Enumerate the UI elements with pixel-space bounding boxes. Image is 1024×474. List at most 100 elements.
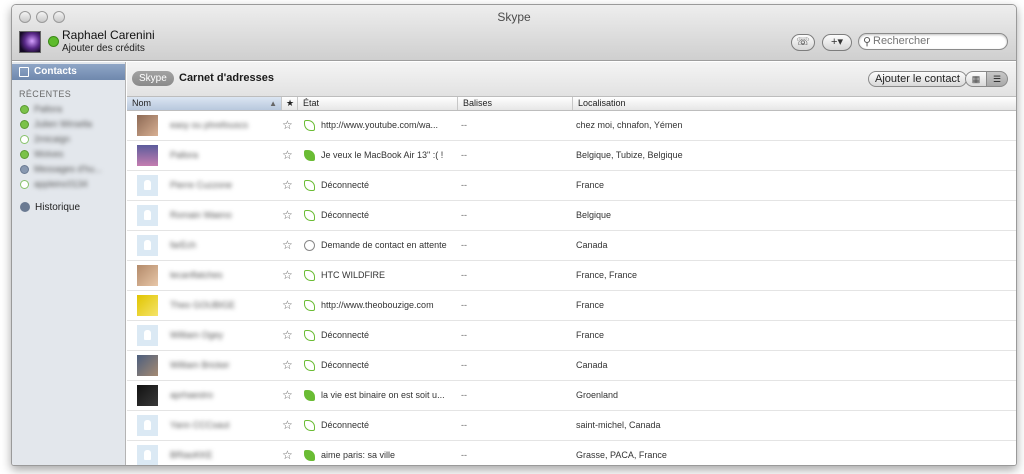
table-row[interactable]: Pallora ☆ Je veux le MacBook Air 13" :( … — [127, 141, 1016, 171]
table-row[interactable]: lecanflatches ☆ HTC WILDFIRE -- France, … — [127, 261, 1016, 291]
contact-tags: -- — [461, 300, 467, 310]
add-contact-button[interactable]: Ajouter le contact — [868, 71, 967, 87]
contact-tags: -- — [461, 360, 467, 370]
recent-item[interactable]: 2micaign — [20, 132, 125, 146]
table-row[interactable]: William Bricker ☆ Déconnecté -- Canada — [127, 351, 1016, 381]
table-row[interactable]: Yann CCCsaut ☆ Déconnecté -- saint-miche… — [127, 411, 1016, 441]
offline-status-icon — [20, 180, 29, 189]
contact-name: Pallora — [170, 150, 199, 160]
user-avatar[interactable] — [19, 31, 41, 53]
default-avatar-icon — [137, 235, 158, 256]
sidebar-item-label: Historique — [35, 202, 81, 213]
offline-status-icon — [304, 330, 315, 341]
sidebar: Contacts RÉCENTES Pallora Julien Wirsell… — [12, 62, 126, 465]
star-icon[interactable]: ☆ — [282, 298, 293, 312]
recent-header: RÉCENTES — [19, 89, 72, 99]
contact-status: Je veux le MacBook Air 13" :( ! — [321, 150, 444, 160]
contacts-panel: Skype Carnet d'adresses Ajouter le conta… — [127, 62, 1016, 465]
online-status-icon — [20, 120, 29, 129]
default-avatar-icon — [137, 445, 158, 465]
contact-status: Déconnecté — [321, 420, 370, 430]
star-icon[interactable]: ☆ — [282, 208, 293, 222]
star-icon[interactable]: ☆ — [282, 238, 293, 252]
sidebar-item-contacts[interactable]: Contacts — [12, 64, 125, 80]
recent-item-label: 2micaign — [34, 134, 71, 144]
contact-location: France, France — [576, 270, 638, 280]
panel-toolbar: Skype Carnet d'adresses Ajouter le conta… — [127, 62, 1016, 96]
recent-item-label: Wolves — [34, 149, 64, 159]
star-icon[interactable]: ☆ — [282, 388, 293, 402]
contact-status: http://www.youtube.com/wa... — [321, 120, 439, 130]
contact-location: Canada — [576, 360, 608, 370]
column-favorite[interactable]: ★ — [282, 97, 298, 110]
sort-ascending-icon: ▲ — [269, 99, 277, 108]
column-tags[interactable]: Balises — [458, 97, 573, 110]
contact-tags: -- — [461, 420, 467, 430]
contact-tags: -- — [461, 150, 467, 160]
star-icon[interactable]: ☆ — [282, 118, 293, 132]
contact-avatar — [137, 295, 158, 316]
sidebar-item-history[interactable]: Historique — [20, 201, 80, 214]
contact-avatar — [137, 145, 158, 166]
contact-status: Déconnecté — [321, 330, 370, 340]
skype-window: Skype Raphael Carenini Ajouter des crédi… — [11, 4, 1017, 466]
contact-status: HTC WILDFIRE — [321, 270, 385, 280]
contact-tags: -- — [461, 120, 467, 130]
add-credit-link[interactable]: Ajouter des crédits — [62, 43, 145, 54]
contact-location: Groenland — [576, 390, 619, 400]
star-icon[interactable]: ☆ — [282, 358, 293, 372]
contact-location: France — [576, 300, 605, 310]
recent-item[interactable]: appleinc0134 — [20, 177, 125, 191]
contact-tags: -- — [461, 330, 467, 340]
user-name[interactable]: Raphael Carenini — [62, 28, 155, 42]
contact-avatar — [137, 355, 158, 376]
contact-status: Demande de contact en attente — [321, 240, 447, 250]
offline-status-icon — [304, 360, 315, 371]
table-row[interactable]: farEch ☆ Demande de contact en attente -… — [127, 231, 1016, 261]
page-title: Carnet d'adresses — [179, 72, 274, 84]
star-icon[interactable]: ☆ — [282, 268, 293, 282]
default-avatar-icon — [137, 415, 158, 436]
contact-avatar — [137, 385, 158, 406]
star-icon[interactable]: ☆ — [282, 178, 293, 192]
column-status[interactable]: État — [298, 97, 458, 110]
contact-status: Déconnecté — [321, 360, 370, 370]
recent-item[interactable]: Julien Wirsella — [20, 117, 125, 131]
grid-view-icon[interactable]: ▦ — [965, 71, 987, 87]
star-icon[interactable]: ☆ — [282, 328, 293, 342]
recent-item-label: appleinc0134 — [34, 179, 88, 189]
contact-status: aime paris: sa ville — [321, 450, 396, 460]
star-icon[interactable]: ☆ — [282, 448, 293, 462]
table-row[interactable]: William Ogey ☆ Déconnecté -- France — [127, 321, 1016, 351]
contact-tags: -- — [461, 240, 467, 250]
search-field[interactable]: ⚲ — [858, 33, 1008, 50]
table-row[interactable]: Theo GOUBIGE ☆ http://www.theobouzige.co… — [127, 291, 1016, 321]
window-title: Skype — [497, 10, 531, 24]
search-input[interactable] — [873, 35, 1003, 47]
contact-tags: -- — [461, 450, 467, 460]
recent-item[interactable]: Pallora — [20, 102, 125, 116]
contact-name: Pierre Cuzzone — [170, 180, 233, 190]
add-menu-button[interactable]: +▾ — [822, 34, 852, 51]
star-icon[interactable]: ☆ — [282, 418, 293, 432]
list-view-icon[interactable]: ☰ — [986, 71, 1008, 87]
recent-item[interactable]: Messages d'hu... — [20, 162, 125, 176]
contact-status: la vie est binaire on est soit u... — [321, 390, 445, 400]
table-row[interactable]: easy ou phrefouscs ☆ http://www.youtube.… — [127, 111, 1016, 141]
online-status-icon — [304, 150, 315, 161]
recent-item[interactable]: Wolves — [20, 147, 125, 161]
column-location[interactable]: Localisation — [573, 97, 1016, 110]
online-status-icon — [304, 390, 315, 401]
contact-tags: -- — [461, 210, 467, 220]
column-name[interactable]: Nom ▲ — [127, 97, 282, 110]
star-icon[interactable]: ☆ — [282, 148, 293, 162]
online-status-icon[interactable] — [48, 36, 59, 47]
table-row[interactable]: Pierre Cuzzone ☆ Déconnecté -- France — [127, 171, 1016, 201]
table-row[interactable]: BRiaoKKE ☆ aime paris: sa ville -- Grass… — [127, 441, 1016, 465]
dialpad-button[interactable]: ☏ — [791, 34, 815, 51]
table-row[interactable]: Romain Waeno ☆ Déconnecté -- Belgique — [127, 201, 1016, 231]
offline-status-icon — [304, 270, 315, 281]
contact-location: France — [576, 330, 605, 340]
source-badge[interactable]: Skype — [132, 71, 174, 86]
table-row[interactable]: aprhaestro ☆ la vie est binaire on est s… — [127, 381, 1016, 411]
